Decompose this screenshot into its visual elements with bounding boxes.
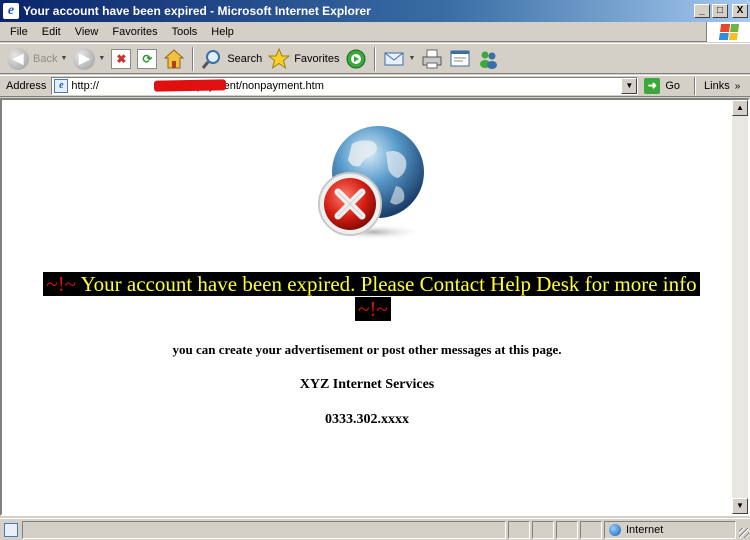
refresh-icon: ⟳	[137, 48, 158, 69]
status-text-pane	[22, 520, 506, 539]
menu-bar: File Edit View Favorites Tools Help	[0, 22, 750, 42]
maximize-button[interactable]: □	[712, 4, 728, 18]
status-pane	[508, 520, 530, 539]
home-icon	[164, 48, 185, 68]
address-bar: Address e http:// 0/nonpayment/nonpaymen…	[0, 75, 750, 97]
favorites-button[interactable]: Favorites	[265, 46, 342, 72]
status-pane	[580, 520, 602, 539]
headline-text: Your account have been expired. Please C…	[76, 272, 697, 296]
page-content: ~!~ Your account have been expired. Plea…	[2, 100, 732, 514]
links-separator	[694, 77, 697, 95]
edit-page-icon	[450, 50, 470, 66]
favorites-label: Favorites	[294, 52, 340, 65]
vertical-scrollbar[interactable]: ▲ ▼	[732, 100, 748, 514]
window-title: Your account have been expired - Microso…	[23, 4, 371, 18]
forward-dropdown-icon[interactable]: ▼	[98, 55, 105, 62]
search-label: Search	[227, 52, 263, 65]
go-button[interactable]: ➜ Go	[644, 78, 680, 94]
print-button[interactable]	[418, 46, 446, 72]
go-arrow-icon: ➜	[644, 78, 661, 94]
mail-icon	[384, 52, 404, 65]
menu-edit[interactable]: Edit	[35, 26, 68, 38]
refresh-button[interactable]: ⟳	[134, 46, 160, 72]
status-pane	[556, 520, 578, 539]
links-label: Links	[704, 80, 730, 92]
window-controls: _ □ X	[694, 4, 748, 18]
page-icon: e	[54, 79, 69, 93]
windows-flag-icon	[718, 24, 739, 40]
page-status-icon	[4, 522, 18, 537]
menu-view[interactable]: View	[68, 26, 106, 38]
messenger-icon	[480, 51, 498, 69]
back-dropdown-icon[interactable]: ▼	[60, 55, 67, 62]
back-arrow-icon: ◀	[7, 47, 29, 70]
scroll-down-icon[interactable]: ▼	[732, 498, 748, 514]
internet-globe-icon	[609, 523, 621, 536]
company-name: XYZ Internet Services	[299, 377, 435, 392]
mail-dropdown-icon[interactable]: ▼	[408, 55, 415, 62]
media-button[interactable]	[342, 46, 370, 72]
phone-number: 0333.302.xxxx	[325, 412, 409, 427]
printer-icon	[422, 49, 442, 68]
media-icon	[346, 49, 366, 68]
status-pane	[532, 520, 554, 539]
edit-button[interactable]	[446, 46, 474, 72]
status-bar: Internet	[0, 518, 750, 540]
tilde-right: ~!~	[358, 297, 388, 321]
title-bar: e Your account have been expired - Micro…	[0, 0, 750, 22]
security-zone: Internet	[604, 520, 736, 539]
address-input[interactable]: e http:// 0/nonpayment/nonpayment.htm ▼	[51, 77, 639, 95]
windows-logo	[706, 22, 750, 42]
redaction-mark	[154, 79, 227, 92]
page-viewport: ~!~ Your account have been expired. Plea…	[0, 98, 750, 516]
back-button[interactable]: ◀ Back ▼	[4, 46, 70, 72]
menu-help[interactable]: Help	[204, 26, 241, 38]
globe-error-image	[312, 122, 427, 242]
expired-headline: ~!~ Your account have been expired. Plea…	[33, 272, 713, 322]
home-button[interactable]	[160, 46, 188, 72]
scroll-up-icon[interactable]: ▲	[732, 100, 748, 116]
forward-arrow-icon: ▶	[73, 47, 96, 70]
tilde-left: ~!~	[46, 272, 77, 296]
toolbar-separator	[374, 46, 377, 71]
resize-grip-icon[interactable]	[736, 521, 750, 539]
zone-label: Internet	[626, 523, 664, 536]
messenger-button[interactable]	[474, 46, 502, 72]
globe-error-icon	[318, 126, 424, 240]
chevron-right-icon[interactable]: »	[735, 81, 741, 92]
mail-button[interactable]: ▼	[380, 46, 418, 72]
advert-message: you can create your advertisement or pos…	[172, 342, 562, 357]
close-button[interactable]: X	[732, 4, 748, 18]
stop-icon: ✖	[111, 48, 132, 69]
toolbar-separator	[192, 46, 195, 71]
standard-toolbar: ◀ Back ▼ ▶ ▼ ✖ ⟳ Search Favorites ▼	[0, 43, 750, 74]
menu-file[interactable]: File	[0, 26, 35, 38]
search-icon	[202, 49, 221, 69]
stop-button[interactable]: ✖	[108, 46, 134, 72]
headline-highlight: ~!~ Your account have been expired. Plea…	[43, 272, 700, 321]
ie-icon: e	[3, 3, 19, 19]
forward-button[interactable]: ▶ ▼	[70, 46, 108, 72]
search-button[interactable]: Search	[198, 46, 265, 72]
back-label: Back	[33, 52, 58, 65]
address-dropdown-icon[interactable]: ▼	[621, 78, 638, 94]
links-toolbar[interactable]: Links »	[694, 77, 740, 95]
go-label: Go	[665, 80, 681, 92]
minimize-button[interactable]: _	[694, 4, 710, 18]
menu-tools[interactable]: Tools	[165, 26, 205, 38]
star-icon	[268, 47, 291, 69]
menu-favorites[interactable]: Favorites	[105, 26, 164, 38]
address-label: Address	[6, 80, 47, 92]
